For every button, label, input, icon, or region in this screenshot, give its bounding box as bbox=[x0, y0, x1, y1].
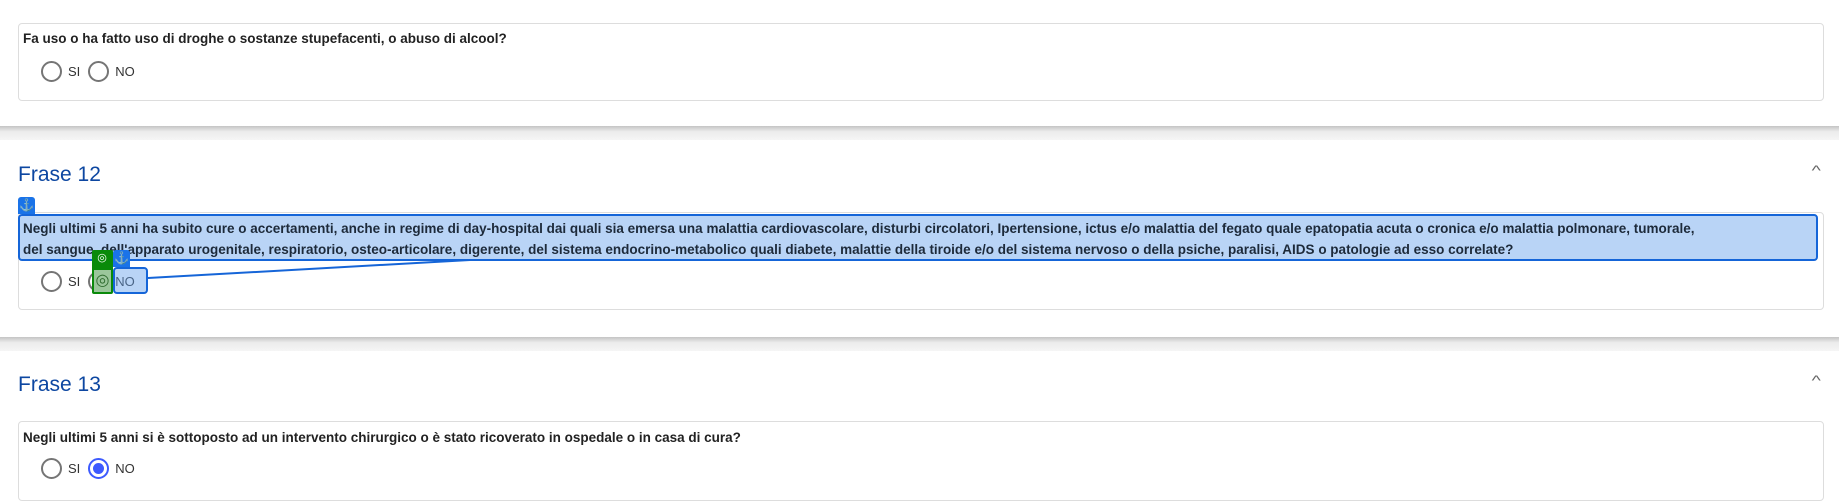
question-text: Negli ultimi 5 anni si è sottoposto ad u… bbox=[23, 430, 741, 445]
radio-no-selected[interactable] bbox=[88, 458, 110, 479]
connector-line bbox=[147, 259, 471, 279]
chevron-up-icon[interactable]: ^ bbox=[1812, 372, 1821, 388]
radio-group: SI NO bbox=[41, 458, 143, 479]
section-divider bbox=[0, 337, 1839, 351]
radio-si[interactable] bbox=[41, 458, 62, 479]
section-title: Frase 13 bbox=[18, 373, 101, 396]
question-card-frase-13: Negli ultimi 5 anni si è sottoposto ad u… bbox=[18, 421, 1824, 501]
radio-label-si: SI bbox=[68, 461, 81, 476]
radio-label-no: NO bbox=[115, 461, 135, 476]
